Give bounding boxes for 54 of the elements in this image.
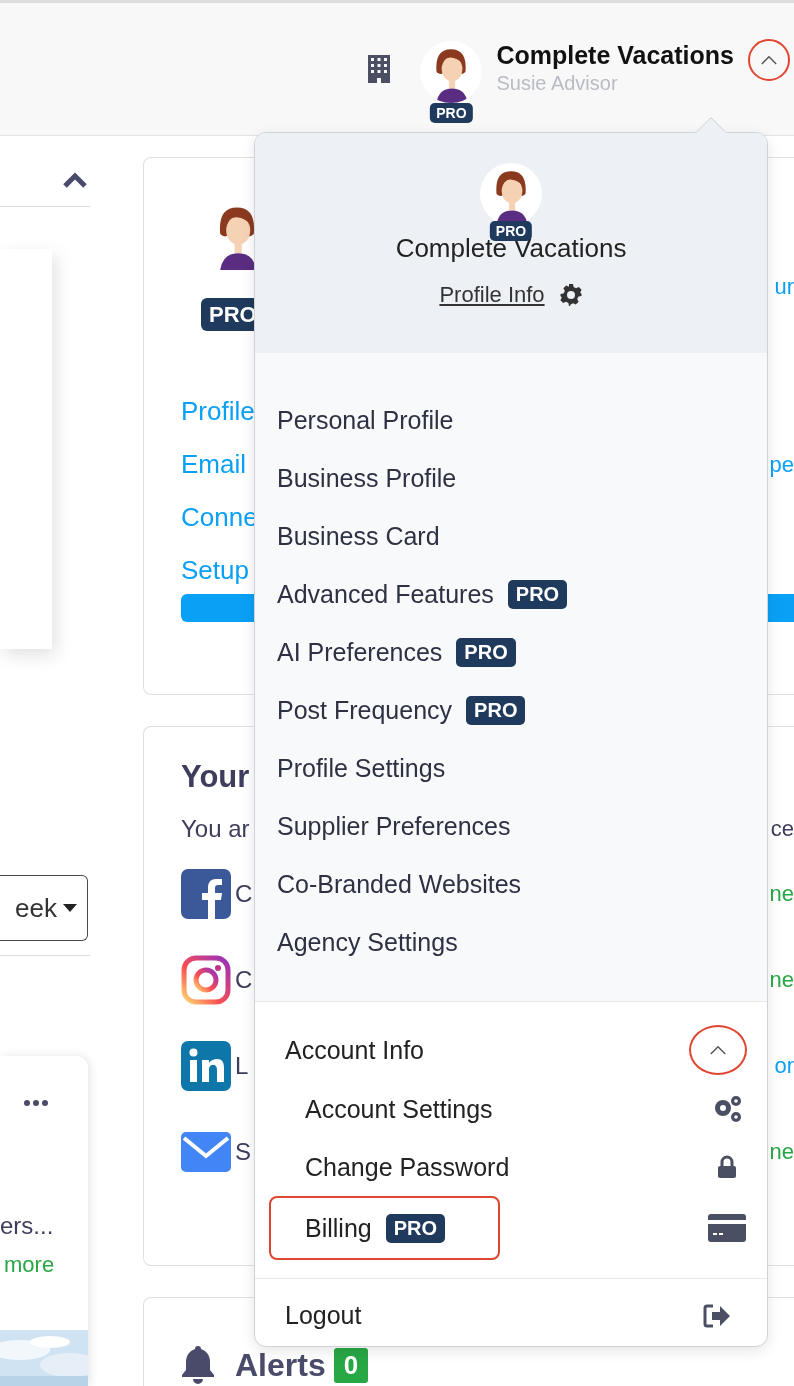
linkedin-icon (181, 1041, 231, 1091)
caret-icon (63, 904, 77, 912)
pro-badge: PRO (430, 102, 473, 123)
account-label: C (235, 966, 253, 994)
instagram-icon (181, 955, 231, 1005)
pro-badge: PRO (456, 637, 516, 667)
menu-item[interactable]: AI Preferences PRO (277, 623, 767, 681)
card-text: You ar (181, 815, 250, 843)
account-label: C (235, 880, 253, 908)
status-text: ne (769, 881, 794, 907)
edge-text: pe (769, 451, 794, 478)
menu-item[interactable]: Co-Branded Websites (277, 855, 767, 913)
status-text: ne (769, 1139, 794, 1165)
period-select[interactable]: eek (0, 875, 88, 941)
lock-icon (717, 1155, 737, 1179)
account-label: L (235, 1052, 249, 1080)
submenu-item[interactable]: Account Settings (269, 1080, 495, 1138)
logout-link[interactable]: Logout (285, 1301, 362, 1330)
menu-item[interactable]: Agency Settings (277, 913, 767, 971)
section-title: Account Info (285, 1035, 424, 1065)
user-name: Susie Advisor (496, 72, 619, 95)
account-name: Complete Vacations (496, 41, 734, 70)
gear-icon (558, 283, 583, 307)
submenu-item[interactable]: Change Password (269, 1138, 512, 1196)
edge-text: ur (774, 273, 794, 300)
account-label: S (235, 1138, 251, 1166)
menu-item[interactable]: Business Card (277, 507, 767, 565)
menu-item[interactable]: Business Profile (277, 449, 767, 507)
facebook-icon (181, 869, 231, 919)
menu-item[interactable]: Supplier Preferences (277, 797, 767, 855)
bell-icon (181, 1346, 215, 1384)
edge-text: ce (770, 816, 794, 842)
profile-info-link[interactable]: Profile Info (439, 282, 545, 308)
post-text: ers... (0, 1212, 54, 1240)
menu-item[interactable]: Profile Settings (277, 739, 767, 797)
submenu-item[interactable]: Billing PRO (269, 1196, 500, 1260)
pro-badge: PRO (466, 695, 526, 725)
collapse-icon[interactable] (62, 172, 88, 188)
card-title: Your (181, 759, 250, 795)
logout-icon (703, 1303, 731, 1328)
menu-item[interactable]: Personal Profile (277, 391, 767, 449)
status-text: ne (769, 967, 794, 993)
chevron-up-icon (760, 54, 778, 66)
alerts-title: Alerts (235, 1346, 326, 1384)
status-text: or (774, 1053, 794, 1079)
pro-badge: PRO (385, 1213, 446, 1243)
envelope-icon (181, 1132, 231, 1172)
alert-count: 0 (333, 1347, 369, 1383)
chevron-up-icon (709, 1044, 727, 1056)
credit-card-icon (708, 1214, 746, 1242)
account-menu-toggle[interactable] (748, 39, 790, 81)
menu-item[interactable]: Post Frequency PRO (277, 681, 767, 739)
building-icon (368, 55, 391, 83)
account-info-toggle[interactable] (689, 1025, 747, 1075)
